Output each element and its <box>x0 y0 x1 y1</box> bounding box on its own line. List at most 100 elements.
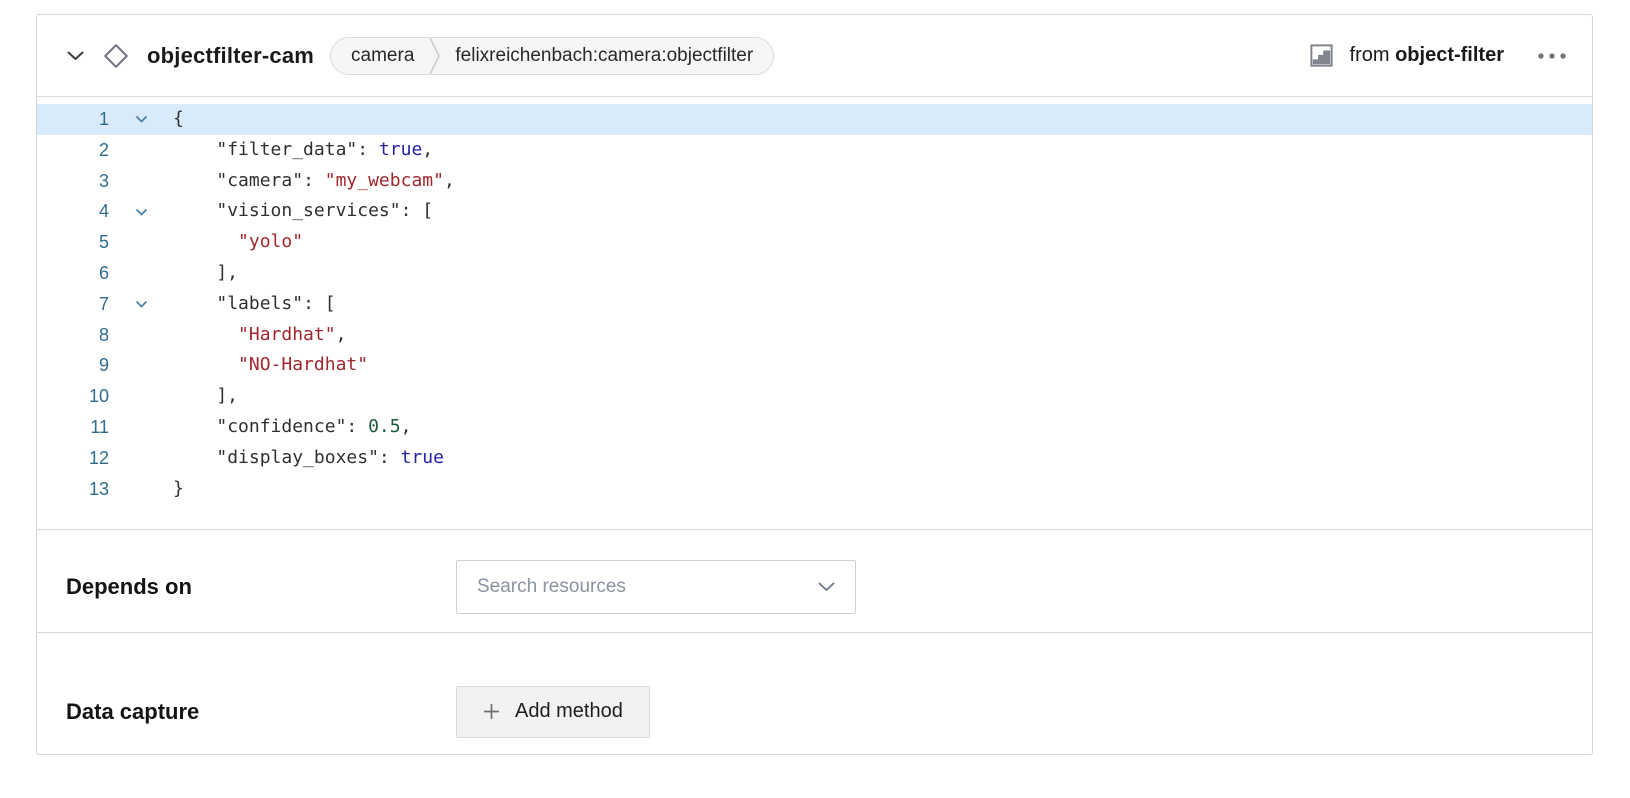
code-line[interactable]: 7 "labels": [ <box>37 289 1592 320</box>
code-token-ws <box>173 354 238 375</box>
code-line[interactable]: 11 "confidence": 0.5, <box>37 412 1592 443</box>
code-token-punct: , <box>336 324 347 345</box>
code-token-ws <box>173 200 216 221</box>
code-token-key: "display_boxes" <box>216 447 379 468</box>
line-number: 9 <box>37 350 109 381</box>
fold-spacer <box>109 258 173 289</box>
code-line[interactable]: 10 ], <box>37 381 1592 412</box>
code-token-ws <box>173 139 216 160</box>
line-number: 8 <box>37 320 109 351</box>
code-text[interactable]: "labels": [ <box>173 289 1592 320</box>
line-number: 11 <box>37 412 109 443</box>
code-text[interactable]: "camera": "my_webcam", <box>173 166 1592 197</box>
header-right: from object-filter <box>1308 42 1570 69</box>
code-token-key: "confidence" <box>216 416 346 437</box>
code-token-punct: , <box>444 170 455 191</box>
code-token-punct: } <box>173 478 184 499</box>
code-line[interactable]: 6 ], <box>37 258 1592 289</box>
badge-model-label: felixreichenbach:camera:objectfilter <box>455 45 753 67</box>
line-number: 10 <box>37 381 109 412</box>
line-number: 6 <box>37 258 109 289</box>
line-number: 4 <box>37 196 109 227</box>
resource-title: objectfilter-cam <box>147 43 314 69</box>
badge-type-label: camera <box>351 45 414 67</box>
code-text[interactable]: ], <box>173 381 1592 412</box>
fold-spacer <box>109 227 173 258</box>
code-token-ws <box>173 416 216 437</box>
more-options-button[interactable] <box>1534 45 1570 67</box>
code-editor[interactable]: 1{2 "filter_data": true,3 "camera": "my_… <box>37 97 1592 530</box>
code-line[interactable]: 5 "yolo" <box>37 227 1592 258</box>
line-number: 3 <box>37 166 109 197</box>
code-text[interactable]: "confidence": 0.5, <box>173 412 1592 443</box>
code-token-ws <box>173 324 238 345</box>
code-token-ws <box>173 231 238 252</box>
code-token-ws <box>173 293 216 314</box>
depends-on-section: Depends on Search resources <box>37 530 1592 633</box>
code-lines: 1{2 "filter_data": true,3 "camera": "my_… <box>37 104 1592 504</box>
code-line[interactable]: 8 "Hardhat", <box>37 320 1592 351</box>
code-text[interactable]: "display_boxes": true <box>173 443 1592 474</box>
chevron-down-icon <box>818 582 835 592</box>
code-line[interactable]: 9 "NO-Hardhat" <box>37 350 1592 381</box>
code-token-punct: { <box>173 108 184 129</box>
fold-chevron-icon[interactable] <box>109 196 173 227</box>
code-token-punct: : <box>303 170 325 191</box>
line-number: 7 <box>37 289 109 320</box>
chevron-down-icon <box>67 51 84 61</box>
resource-card: objectfilter-cam camera felixreichenbach… <box>36 14 1593 755</box>
fold-spacer <box>109 474 173 505</box>
code-token-punct: : <box>379 447 401 468</box>
ellipsis-icon <box>1538 53 1566 59</box>
code-token-ws <box>173 170 216 191</box>
code-line[interactable]: 4 "vision_services": [ <box>37 196 1592 227</box>
search-resources-placeholder: Search resources <box>477 576 818 598</box>
code-token-bool: true <box>379 139 422 160</box>
camera-component-icon <box>102 42 130 70</box>
code-token-key: "camera" <box>216 170 303 191</box>
code-text[interactable]: "yolo" <box>173 227 1592 258</box>
code-line[interactable]: 12 "display_boxes": true <box>37 443 1592 474</box>
code-token-punct: : [ <box>303 293 336 314</box>
fold-chevron-icon[interactable] <box>109 104 173 135</box>
code-token-punct: : [ <box>401 200 434 221</box>
add-method-label: Add method <box>515 700 623 723</box>
code-token-key: "filter_data" <box>216 139 357 160</box>
depends-on-select[interactable]: Search resources <box>456 560 856 614</box>
from-module-name: object-filter <box>1395 44 1504 66</box>
code-token-key: "vision_services" <box>216 200 400 221</box>
code-line[interactable]: 13} <box>37 474 1592 505</box>
breadcrumb-separator-icon <box>429 37 440 75</box>
code-token-punct: ], <box>173 385 238 406</box>
line-number: 1 <box>37 104 109 135</box>
code-text[interactable]: { <box>173 104 1592 135</box>
data-capture-label: Data capture <box>66 699 456 725</box>
code-text[interactable]: } <box>173 474 1592 505</box>
code-text[interactable]: "NO-Hardhat" <box>173 350 1592 381</box>
fold-spacer <box>109 166 173 197</box>
line-number: 13 <box>37 474 109 505</box>
code-line[interactable]: 3 "camera": "my_webcam", <box>37 166 1592 197</box>
line-number: 2 <box>37 135 109 166</box>
add-method-button[interactable]: Add method <box>456 686 650 738</box>
fold-spacer <box>109 412 173 443</box>
collapse-button[interactable] <box>63 47 88 65</box>
module-icon <box>1308 42 1335 69</box>
code-text[interactable]: "vision_services": [ <box>173 196 1592 227</box>
code-line[interactable]: 1{ <box>37 104 1592 135</box>
code-token-string: "Hardhat" <box>238 324 336 345</box>
code-token-punct: , <box>401 416 412 437</box>
code-text[interactable]: ], <box>173 258 1592 289</box>
code-token-string: "my_webcam" <box>325 170 444 191</box>
code-token-punct: : <box>357 139 379 160</box>
fold-spacer <box>109 320 173 351</box>
code-token-key: "labels" <box>216 293 303 314</box>
code-line[interactable]: 2 "filter_data": true, <box>37 135 1592 166</box>
fold-chevron-icon[interactable] <box>109 289 173 320</box>
code-text[interactable]: "Hardhat", <box>173 320 1592 351</box>
resource-card-header: objectfilter-cam camera felixreichenbach… <box>37 15 1592 97</box>
code-token-string: "yolo" <box>238 231 303 252</box>
fold-spacer <box>109 381 173 412</box>
line-number: 12 <box>37 443 109 474</box>
code-text[interactable]: "filter_data": true, <box>173 135 1592 166</box>
